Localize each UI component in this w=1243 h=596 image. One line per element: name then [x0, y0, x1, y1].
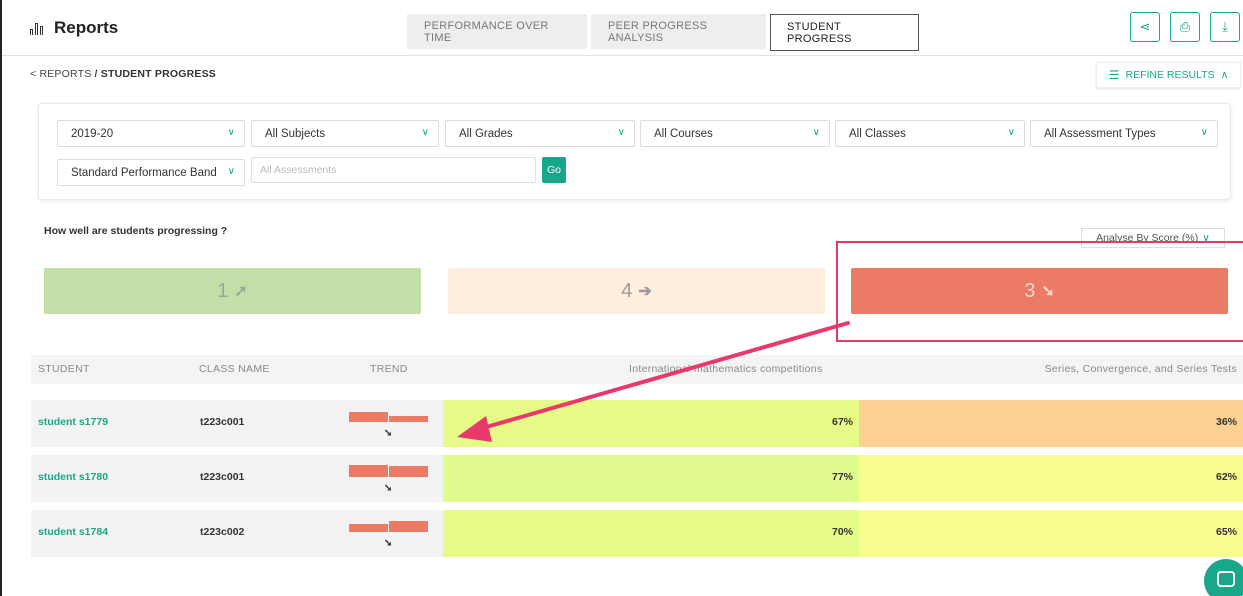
performance-band-select[interactable]: Standard Performance Band ∨ — [57, 159, 245, 186]
arrow-right-icon: ➔ — [638, 283, 652, 300]
student-link[interactable]: student s1784 — [38, 526, 108, 538]
assessments-input[interactable]: All Assessments — [251, 157, 536, 183]
chat-icon — [1217, 571, 1235, 587]
score-cell: 67% — [443, 400, 859, 447]
refine-results-label: REFINE RESULTS — [1125, 69, 1215, 81]
chevron-down-icon: ∨ — [227, 127, 235, 138]
chevron-down-icon: ∨ — [812, 127, 820, 138]
class-select-value: All Classes — [849, 127, 906, 140]
subject-select-value: All Subjects — [265, 127, 326, 140]
class-name-cell: t223c001 — [200, 471, 245, 483]
arrow-up-right-icon: ➚ — [234, 283, 248, 300]
tab-peer-progress-analysis[interactable]: PEER PROGRESS ANALYSIS — [591, 14, 766, 49]
trend-bar — [349, 412, 388, 422]
student-link[interactable]: student s1780 — [38, 471, 108, 483]
share-icon: ⋖ — [1139, 19, 1151, 34]
class-select[interactable]: All Classes ∨ — [835, 120, 1025, 147]
assessment-type-select-value: All Assessment Types — [1044, 127, 1156, 140]
subject-select[interactable]: All Subjects ∨ — [251, 120, 439, 147]
score-value: 70% — [831, 526, 853, 538]
download-icon: ⤓ — [1222, 19, 1228, 34]
assessments-placeholder: All Assessments — [260, 164, 337, 176]
trend-bar — [389, 416, 428, 422]
score-value: 36% — [1215, 416, 1237, 428]
grade-select-value: All Grades — [459, 127, 513, 140]
breadcrumb-reports-link[interactable]: < REPORTS — [30, 68, 91, 80]
breadcrumb-current: STUDENT PROGRESS — [100, 68, 216, 80]
chevron-down-icon: ∨ — [1200, 127, 1208, 138]
assessment-type-select[interactable]: All Assessment Types ∨ — [1030, 120, 1218, 147]
performance-band-select-value: Standard Performance Band — [71, 166, 217, 179]
arrow-down-right-icon: ➘ — [384, 428, 393, 439]
score-cell: 36% — [859, 400, 1243, 447]
score-cell: 70% — [443, 510, 859, 557]
report-tabs: PERFORMANCE OVER TIME PEER PROGRESS ANAL… — [407, 14, 919, 51]
trend-chart: ➘ — [349, 411, 429, 441]
header-actions: ⋖ ⎙ ⤓ — [1130, 12, 1240, 42]
breadcrumb: < REPORTS / STUDENT PROGRESS — [30, 68, 216, 80]
filter-panel: 2019-20 ∨ All Subjects ∨ All Grades ∨ Al… — [38, 103, 1231, 200]
bar-chart-icon — [30, 21, 46, 35]
trend-bar — [389, 521, 428, 532]
download-button[interactable]: ⤓ — [1210, 12, 1240, 42]
chat-launcher-button[interactable] — [1204, 559, 1243, 596]
chevron-down-icon: ∨ — [1007, 127, 1015, 138]
score-value: 65% — [1215, 526, 1237, 538]
column-header-assessment-1[interactable]: International mathematics competitions — [629, 363, 823, 375]
trend-bar — [389, 466, 428, 477]
column-header-trend[interactable]: TREND — [370, 363, 408, 375]
steady-students-card[interactable]: 4 ➔ — [448, 268, 825, 314]
section-question: How well are students progressing ? — [44, 225, 228, 237]
annotation-highlight-box — [836, 241, 1243, 342]
refine-results-button[interactable]: ☰ REFINE RESULTS ∧ — [1096, 62, 1241, 88]
class-name-cell: t223c001 — [200, 416, 245, 428]
share-button[interactable]: ⋖ — [1130, 12, 1160, 42]
score-value: 77% — [831, 471, 853, 483]
arrow-down-right-icon: ➘ — [384, 483, 393, 494]
column-header-class-name[interactable]: CLASS NAME — [199, 363, 270, 375]
column-header-student[interactable]: STUDENT — [38, 363, 90, 375]
year-select[interactable]: 2019-20 ∨ — [57, 120, 245, 147]
card-count: 1 — [217, 279, 229, 302]
trend-bar — [349, 524, 388, 532]
year-select-value: 2019-20 — [71, 127, 114, 140]
arrow-down-right-icon: ➘ — [384, 538, 393, 549]
filter-icon: ☰ — [1108, 68, 1120, 82]
class-name-cell: t223c002 — [200, 526, 245, 538]
table-row: student s1784 t223c002 ➘ 70% 65% — [31, 510, 1243, 557]
print-icon: ⎙ — [1179, 19, 1191, 34]
window-edge — [0, 0, 2, 596]
breadcrumb-separator: / — [91, 68, 101, 80]
improving-students-card[interactable]: 1 ➚ — [44, 268, 421, 314]
tab-performance-over-time[interactable]: PERFORMANCE OVER TIME — [407, 14, 587, 49]
grade-select[interactable]: All Grades ∨ — [445, 120, 635, 147]
score-cell: 77% — [443, 455, 859, 502]
table-header: STUDENT CLASS NAME TREND International m… — [31, 355, 1243, 384]
chevron-down-icon: ∨ — [421, 127, 429, 138]
score-value: 62% — [1215, 471, 1237, 483]
print-button[interactable]: ⎙ — [1170, 12, 1200, 42]
student-link[interactable]: student s1779 — [38, 416, 108, 428]
trend-chart: ➘ — [349, 521, 429, 551]
chevron-up-icon: ∧ — [1220, 69, 1229, 81]
card-count: 4 — [621, 279, 633, 302]
table-row: student s1779 t223c001 ➘ 67% 36% — [31, 400, 1243, 447]
score-cell: 62% — [859, 455, 1243, 502]
score-value: 67% — [831, 416, 853, 428]
score-cell: 65% — [859, 510, 1243, 557]
trend-bar — [349, 465, 388, 477]
table-row: student s1780 t223c001 ➘ 77% 62% — [31, 455, 1243, 502]
app-title: Reports — [54, 18, 119, 37]
trend-chart: ➘ — [349, 465, 429, 496]
chevron-down-icon: ∨ — [227, 166, 235, 177]
course-select[interactable]: All Courses ∨ — [640, 120, 830, 147]
brand: Reports — [30, 18, 118, 38]
course-select-value: All Courses — [654, 127, 713, 140]
top-header: Reports PERFORMANCE OVER TIME PEER PROGR… — [2, 0, 1243, 56]
column-header-assessment-2[interactable]: Series, Convergence, and Series Tests — [1045, 363, 1237, 375]
chevron-down-icon: ∨ — [617, 127, 625, 138]
tab-student-progress[interactable]: STUDENT PROGRESS — [770, 14, 919, 51]
go-button[interactable]: Go — [542, 157, 566, 183]
